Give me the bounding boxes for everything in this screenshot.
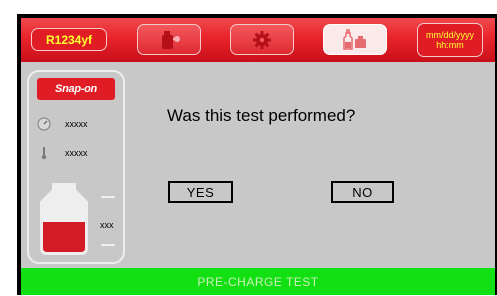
vacuum-pump-icon (162, 30, 180, 49)
top-bar: R1234yf mm/dd/yyyy hh:mm (21, 18, 495, 62)
status-text: PRE-CHARGE TEST (197, 274, 319, 289)
readings-panel: Snap-on xxxxx xxxxx xxx (27, 70, 125, 264)
logo-text: Snap-on (55, 83, 97, 95)
brand-logo: Snap-on (37, 78, 115, 100)
refrigerant-tank-icon (40, 183, 88, 255)
main-panel: Snap-on xxxxx xxxxx xxx Was this test pe… (21, 62, 495, 268)
time-label: hh:mm (436, 40, 464, 50)
pressure-reading: xxxxx (37, 117, 88, 131)
yes-button[interactable]: YES (168, 181, 233, 203)
tab-oil-injection[interactable] (323, 24, 387, 55)
status-bar: PRE-CHARGE TEST (21, 268, 495, 295)
question-text: Was this test performed? (167, 106, 356, 125)
no-button[interactable]: NO (331, 181, 394, 203)
datetime-display: mm/dd/yyyy hh:mm (417, 23, 483, 57)
tank-value: xxx (100, 220, 114, 230)
refrigerant-label: R1234yf (45, 32, 93, 47)
date-label: mm/dd/yyyy (425, 30, 474, 40)
level-tick-lower (101, 244, 115, 246)
refrigerant-type-badge: R1234yf (31, 28, 107, 51)
temperature-value: xxxxx (65, 148, 88, 158)
tab-vacuum[interactable] (137, 24, 201, 55)
oil-bottles-icon (343, 28, 366, 50)
gear-icon (253, 30, 271, 49)
yes-button-label: YES (186, 184, 215, 200)
thermometer-icon (41, 147, 47, 160)
temperature-reading: xxxxx (37, 146, 88, 160)
gauge-icon (37, 117, 51, 131)
no-button-label: NO (352, 184, 373, 200)
pressure-value: xxxxx (65, 119, 88, 129)
level-tick-upper (101, 196, 115, 198)
tab-settings[interactable] (230, 24, 294, 55)
